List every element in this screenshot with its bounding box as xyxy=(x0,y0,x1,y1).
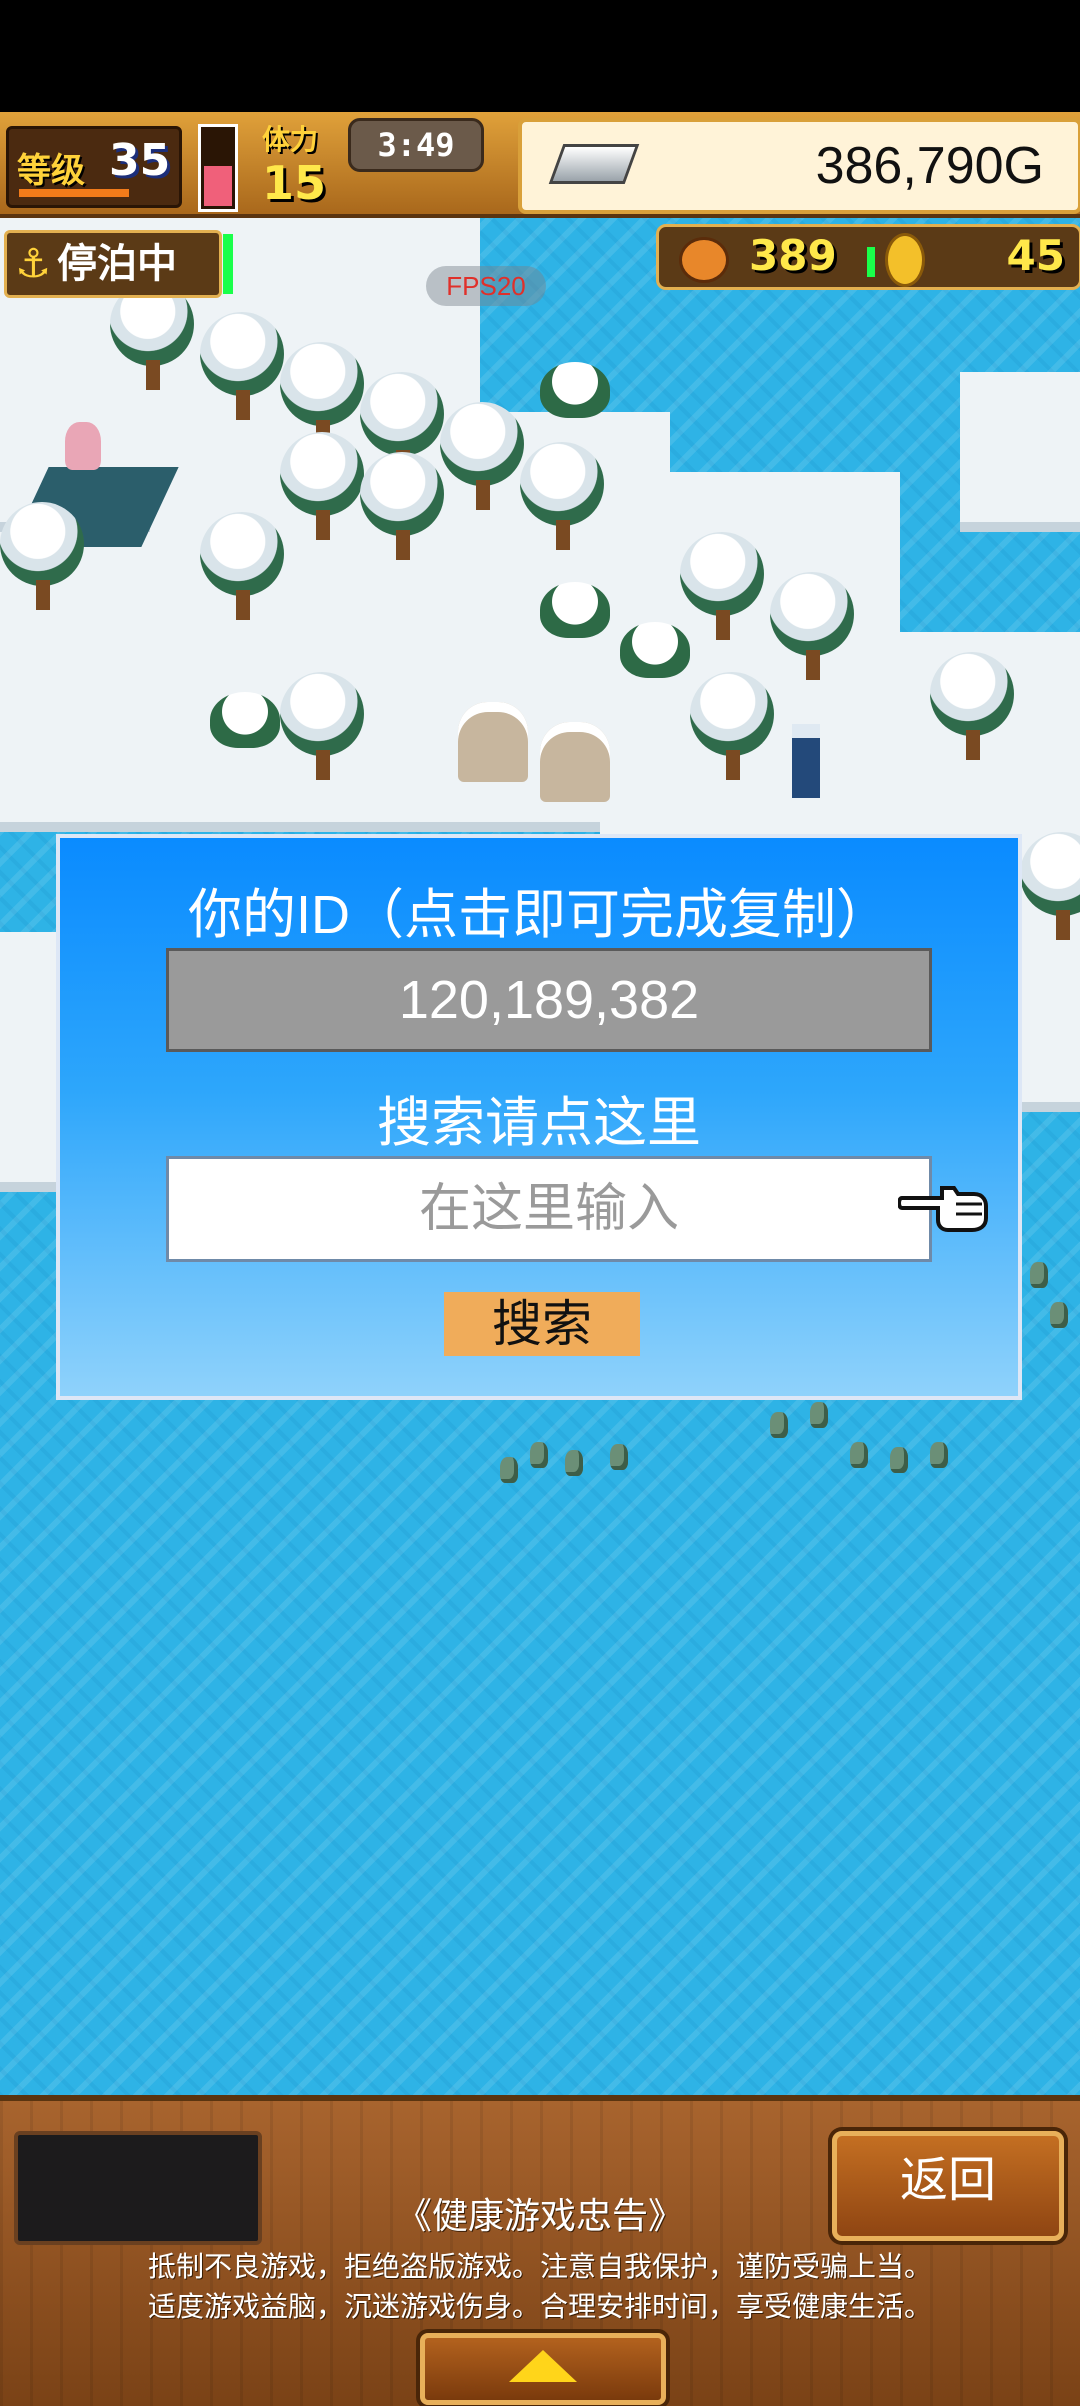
snow-bush xyxy=(540,582,610,638)
sea-rock xyxy=(1050,1302,1068,1328)
search-input[interactable] xyxy=(166,1156,932,1262)
advisory-line-2: 适度游戏益脑，沉迷游戏伤身。合理安排时间，享受健康生活。 xyxy=(147,2291,932,2322)
anchored-label: 停泊中 xyxy=(57,241,177,287)
sea-rock xyxy=(610,1444,628,1470)
anchored-status[interactable]: ⚓ 停泊中 xyxy=(4,230,222,298)
top-hud: 等级 35 体力 15 3:49 386,790G xyxy=(0,112,1080,218)
snow-tree xyxy=(360,452,444,562)
sea-rock xyxy=(770,1412,788,1438)
resource-indicator xyxy=(867,247,875,277)
sea-rock xyxy=(810,1402,828,1428)
sea-rock xyxy=(565,1450,583,1476)
bottom-panel: 返回 《健康游戏忠告》 抵制不良游戏，拒绝盗版游戏。注意自我保护，谨防受骗上当。… xyxy=(0,2095,1080,2406)
coin-value: 45 xyxy=(1006,231,1065,280)
snow-tree xyxy=(770,572,854,682)
level-display: 等级 35 xyxy=(6,126,182,208)
sea-rock xyxy=(890,1447,908,1473)
sea-rock xyxy=(930,1442,948,1468)
snow-tree xyxy=(200,512,284,622)
stone-pillar xyxy=(540,722,610,802)
id-search-dialog: 你的ID（点击即可完成复制） 120,189,382 搜索请点这里 搜索 xyxy=(56,834,1022,1400)
search-button[interactable]: 搜索 xyxy=(444,1292,640,1356)
sea-rock xyxy=(530,1442,548,1468)
stamina-value: 15 xyxy=(262,156,327,210)
stamina-fill xyxy=(204,166,232,206)
snow-tree xyxy=(1020,832,1080,942)
snow-bush xyxy=(540,362,610,418)
sea-rock xyxy=(850,1442,868,1468)
snow-bush xyxy=(620,622,690,678)
snow-tree xyxy=(690,672,774,782)
search-hint: 搜索请点这里 xyxy=(377,1093,701,1153)
snow-tree xyxy=(280,672,364,782)
snow-tree xyxy=(0,502,84,612)
npc-character[interactable] xyxy=(65,422,101,470)
timer: 3:49 xyxy=(348,118,484,172)
resource-panel[interactable]: 389 45 xyxy=(656,224,1080,290)
fps-counter: FPS20 xyxy=(426,266,546,306)
level-value: 35 xyxy=(109,135,171,186)
exp-bar xyxy=(19,189,129,197)
sea-rock xyxy=(500,1457,518,1483)
coin-icon xyxy=(885,233,925,287)
snow-tree xyxy=(440,402,524,512)
gold-amount: 386,790G xyxy=(815,137,1044,195)
silver-bar-icon xyxy=(548,144,640,184)
advisory-title: 《健康游戏忠告》 xyxy=(395,2195,684,2236)
snow-tree xyxy=(680,532,764,642)
snow-bush xyxy=(210,692,280,748)
snow-tree xyxy=(200,312,284,422)
food-value: 389 xyxy=(749,231,837,280)
snow-tree xyxy=(520,442,604,552)
stamina-label: 体力 xyxy=(262,123,319,156)
advisory-line-1: 抵制不良游戏，拒绝盗版游戏。注意自我保护，谨防受骗上当。 xyxy=(147,2251,932,2282)
status-strip xyxy=(0,0,1080,112)
level-label: 等级 xyxy=(17,151,85,191)
pointer-hand-icon xyxy=(898,1186,988,1232)
user-id-copy-box[interactable]: 120,189,382 xyxy=(166,948,932,1052)
anchor-icon: ⚓ xyxy=(15,241,51,287)
sea-rock xyxy=(1030,1262,1048,1288)
snow-tile xyxy=(960,372,1080,532)
stamina-gauge xyxy=(198,124,238,212)
status-indicator xyxy=(223,234,233,294)
snow-tree xyxy=(110,282,194,392)
snow-tree xyxy=(280,432,364,542)
up-arrow-icon xyxy=(509,2350,577,2382)
stone-pillar xyxy=(458,702,528,782)
expand-menu-button[interactable] xyxy=(420,2333,666,2405)
gold-panel[interactable]: 386,790G xyxy=(518,118,1080,214)
snow-tree xyxy=(930,652,1014,762)
food-icon xyxy=(679,237,729,283)
dialog-title: 你的ID（点击即可完成复制） xyxy=(188,885,890,945)
player-character[interactable] xyxy=(792,724,820,798)
